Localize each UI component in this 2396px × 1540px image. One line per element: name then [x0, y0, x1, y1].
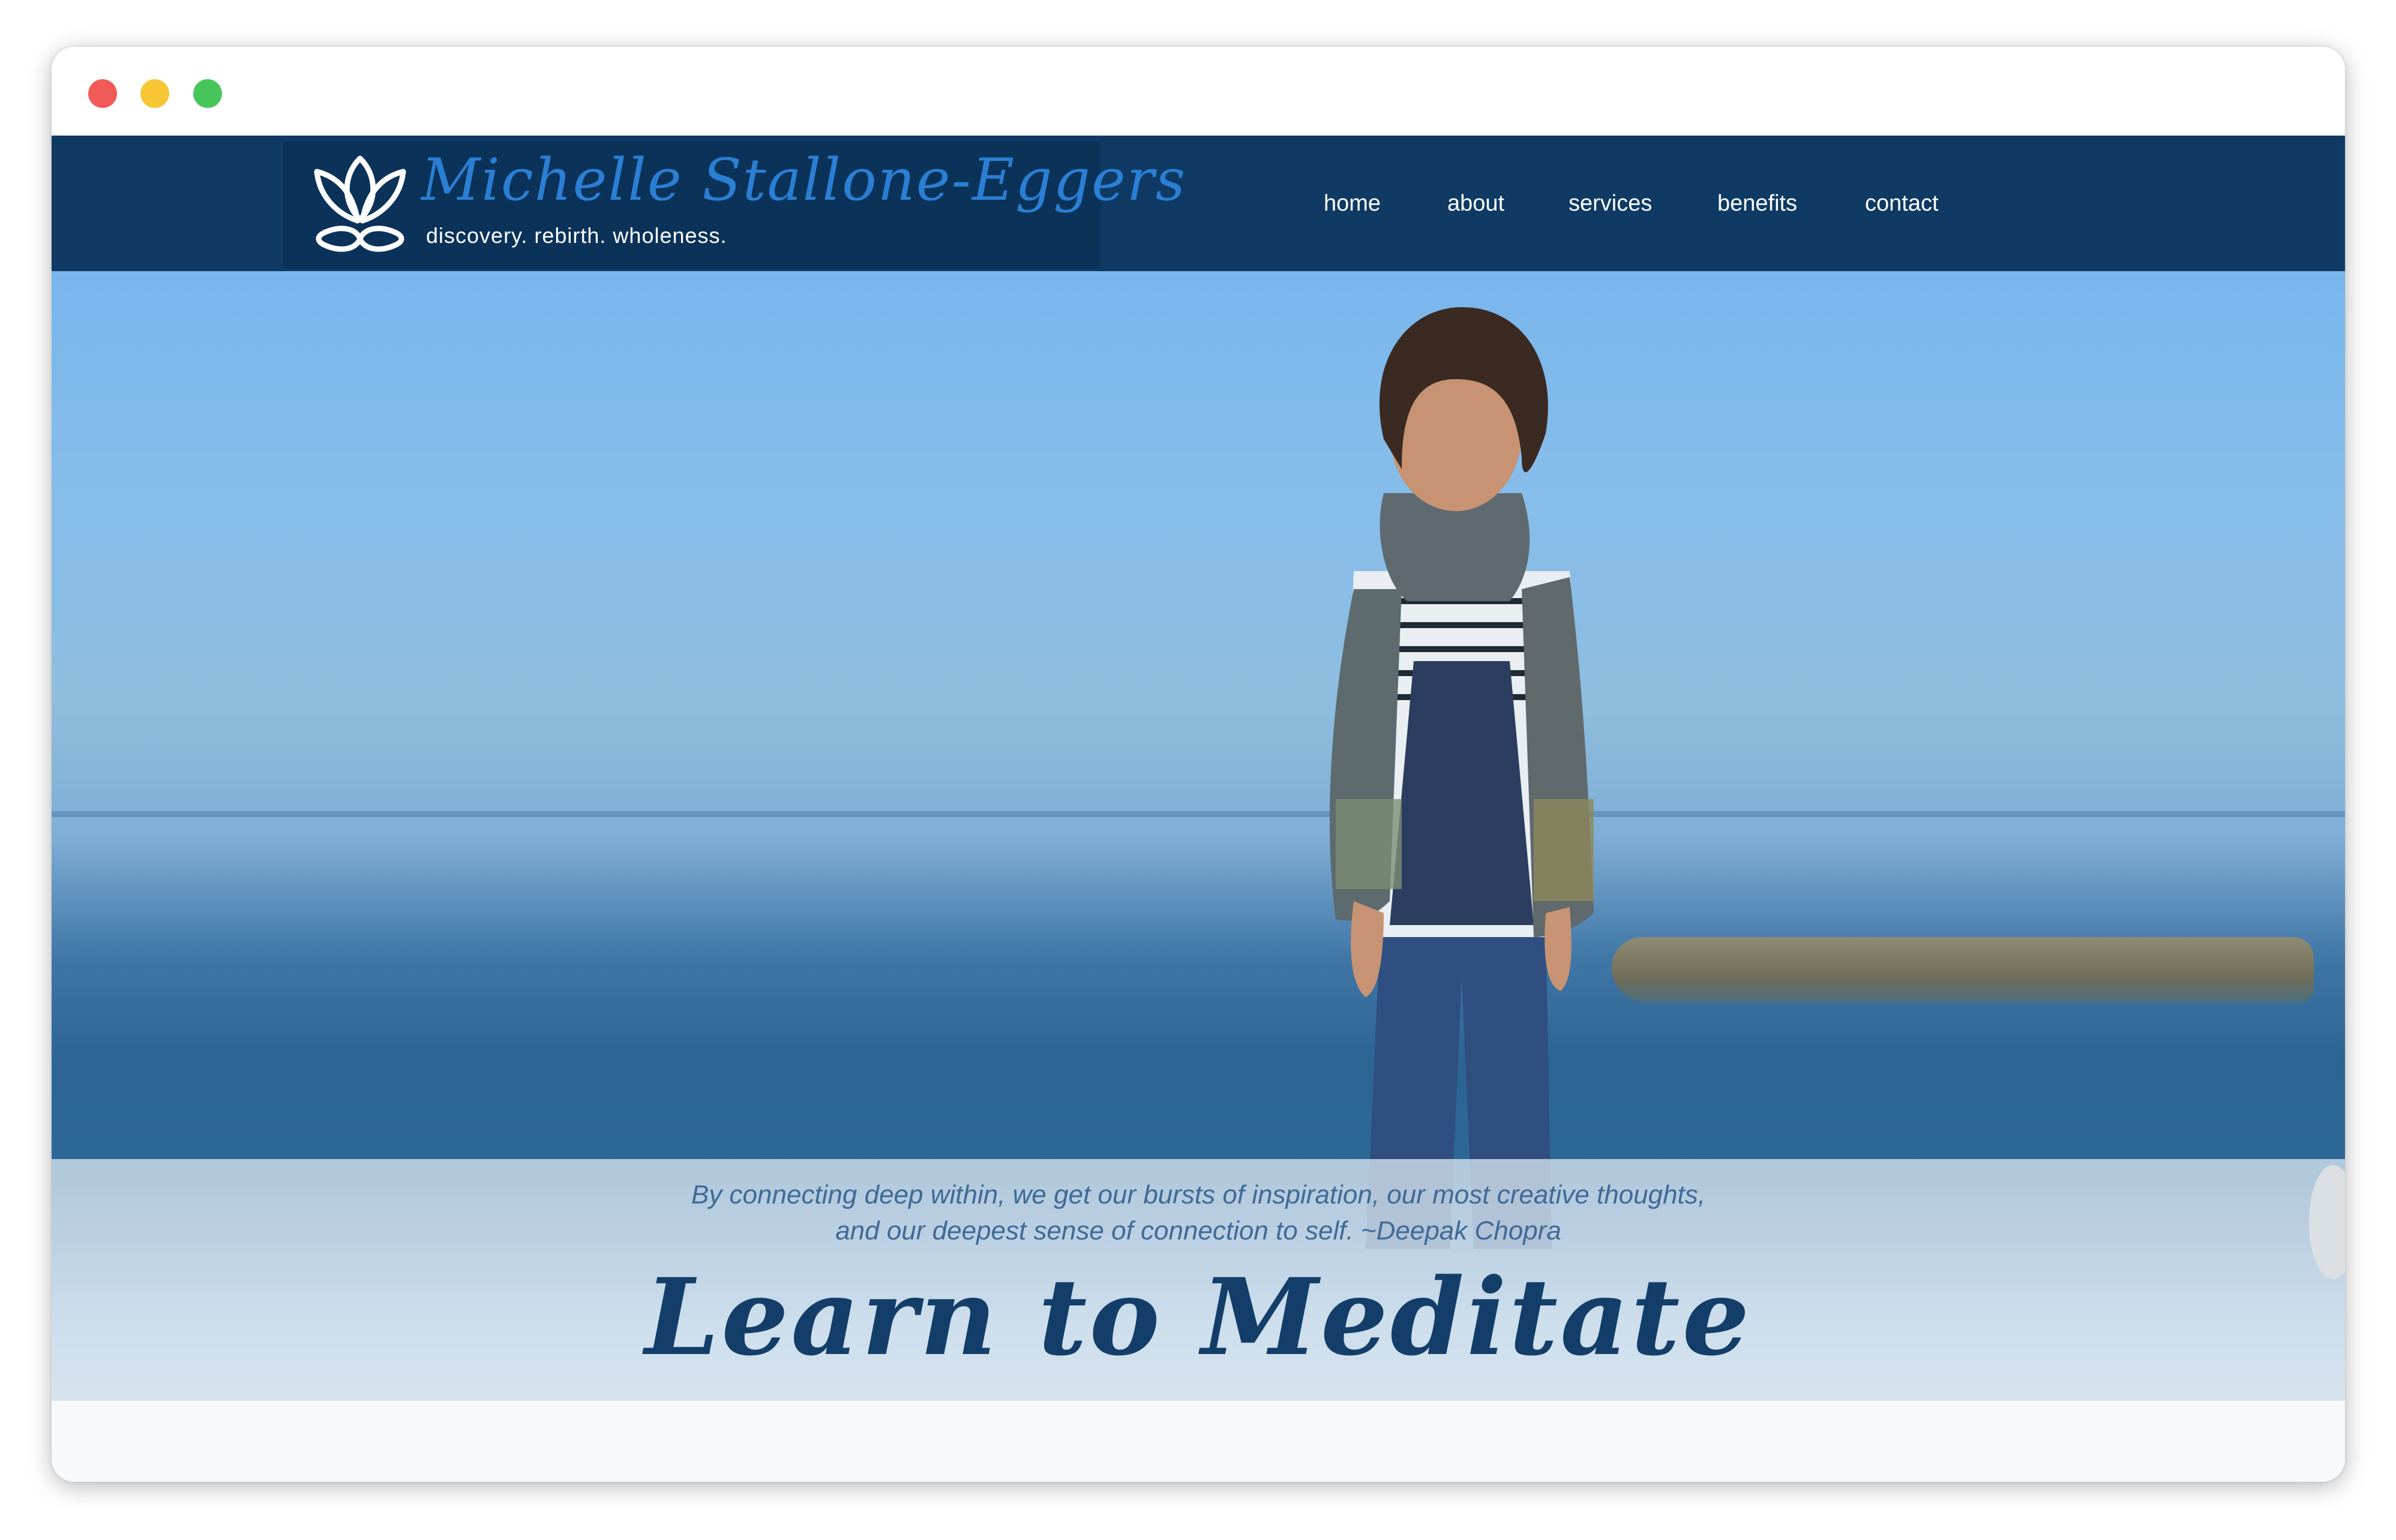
hero-quote: By connecting deep within, we get our bu… — [52, 1177, 2345, 1249]
close-window-button[interactable] — [88, 79, 117, 108]
browser-window: Michelle Stallone-Eggers discovery. rebi… — [52, 47, 2345, 1482]
site-logo[interactable]: Michelle Stallone-Eggers discovery. rebi… — [283, 142, 1185, 269]
lotus-icon — [314, 155, 406, 252]
quote-line-2: and our deepest sense of connection to s… — [835, 1216, 1561, 1245]
nav-contact[interactable]: contact — [1865, 191, 1939, 217]
hero-section: By connecting deep within, we get our bu… — [52, 271, 2345, 1401]
hero-headline: Learn to Meditate — [644, 1255, 1752, 1379]
nav-about[interactable]: about — [1447, 191, 1504, 217]
horizon-line — [52, 811, 2345, 817]
nav-home[interactable]: home — [1324, 191, 1381, 217]
site-header: Michelle Stallone-Eggers discovery. rebi… — [52, 136, 2345, 271]
brand-name: Michelle Stallone-Eggers — [421, 146, 1186, 214]
woman-on-beach-photo — [1330, 307, 1594, 1249]
website: Michelle Stallone-Eggers discovery. rebi… — [52, 136, 2345, 1482]
brand-tagline: discovery. rebirth. wholeness. — [426, 223, 727, 248]
nav-benefits[interactable]: benefits — [1717, 191, 1797, 217]
maximize-window-button[interactable] — [193, 79, 222, 108]
nav-services[interactable]: services — [1569, 191, 1652, 217]
window-titlebar — [52, 47, 2345, 136]
rocks-in-sea — [1612, 937, 2314, 1003]
quote-line-1: By connecting deep within, we get our bu… — [691, 1180, 1706, 1209]
minimize-window-button[interactable] — [140, 79, 169, 108]
